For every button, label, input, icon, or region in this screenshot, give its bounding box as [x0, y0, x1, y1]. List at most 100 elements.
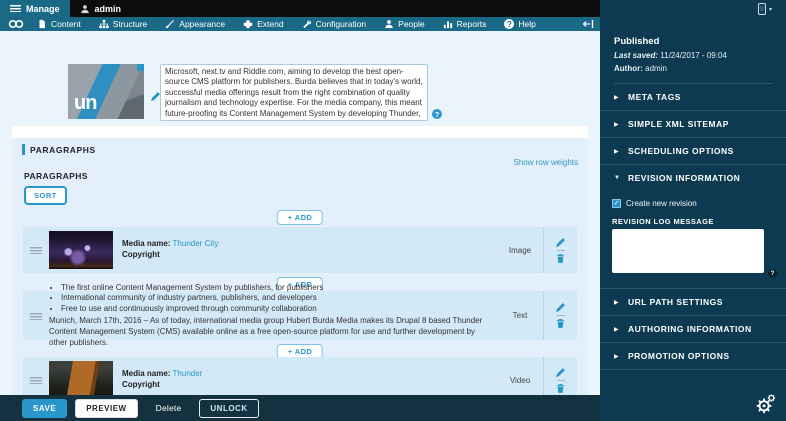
drag-handle-icon[interactable] [23, 241, 49, 259]
create-new-revision-row[interactable]: ✓ Create new revision [612, 199, 774, 208]
chevron-down-icon: ▼ [614, 175, 621, 181]
save-button[interactable]: SAVE [22, 399, 67, 418]
section-label: META TAGS [628, 92, 681, 102]
section-label: SIMPLE XML SITEMAP [628, 119, 729, 129]
device-preview-dropdown[interactable]: ▾ [758, 3, 772, 15]
caret-down-icon: ▾ [769, 6, 772, 13]
unlock-button[interactable]: UNLOCK [199, 399, 258, 418]
section-promotion-options[interactable]: ▶ PROMOTION OPTIONS [600, 343, 786, 370]
admin-toolbar: Manage admin [0, 0, 600, 17]
row-text-content: The first online Content Management Syst… [49, 283, 497, 349]
puzzle-icon [243, 19, 253, 29]
section-label: PROMOTION OPTIONS [628, 351, 730, 361]
mobile-icon [758, 3, 766, 15]
paragraph-type-label: Image [497, 246, 543, 255]
menu-item-label: Extend [257, 19, 283, 29]
trash-icon[interactable] [555, 318, 566, 329]
create-new-revision-label: Create new revision [626, 199, 697, 208]
settings-sidebar: ▾ Published Last saved: 11/24/2017 - 09:… [600, 0, 786, 421]
menu-item-reports[interactable]: Reports [434, 17, 496, 31]
section-authoring-information[interactable]: ▶ AUTHORING INFORMATION [600, 316, 786, 343]
author-label: Author: [614, 64, 643, 73]
revision-log-label: REVISION LOG MESSAGE [612, 217, 774, 226]
menu-item-label: Appearance [179, 19, 225, 29]
row-actions [543, 227, 577, 273]
last-saved-label: Last saved: [614, 51, 658, 60]
trash-icon[interactable] [555, 253, 566, 264]
menu-item-label: People [398, 19, 424, 29]
action-divider [557, 250, 565, 251]
chevron-right-icon: ▶ [614, 299, 621, 306]
chevron-right-icon: ▶ [614, 94, 621, 101]
paragraph-row-text: The first online Content Management Syst… [23, 291, 577, 340]
action-bar: SAVE PREVIEW Delete UNLOCK [0, 395, 600, 421]
chevron-right-icon: ▶ [614, 326, 621, 333]
main-content: un Microsoft, next.tv and Riddle.com, ai… [0, 31, 600, 395]
teaser-help-icon[interactable]: ? [432, 109, 442, 119]
section-revision-information[interactable]: ▼ REVISION INFORMATION [600, 165, 786, 191]
edit-pencil-icon[interactable] [555, 302, 566, 313]
menu-item-people[interactable]: People [375, 17, 433, 31]
section-label: URL PATH SETTINGS [628, 297, 723, 307]
menu-item-structure[interactable]: Structure [90, 17, 157, 31]
menu-item-help[interactable]: ? Help [495, 17, 544, 31]
sitemap-icon [99, 19, 109, 29]
paragraphs-legend: PARAGRAPHS [22, 144, 96, 155]
revision-log-textarea[interactable] [612, 229, 764, 273]
section-label: SCHEDULING OPTIONS [628, 146, 734, 156]
manage-tab-label: Manage [26, 4, 60, 14]
file-icon [37, 19, 47, 29]
paragraph-row-video: Media name: Thunder Copyright Video [23, 357, 577, 395]
settings-accordion: ▶ META TAGS ▶ SIMPLE XML SITEMAP ▶ SCHED… [600, 84, 786, 370]
app-window: Manage admin Content Structure Appearanc… [0, 0, 786, 421]
section-url-path-settings[interactable]: ▶ URL PATH SETTINGS [600, 289, 786, 316]
thunder-logo-icon [8, 19, 24, 29]
manage-tab[interactable]: Manage [0, 0, 70, 17]
edit-pencil-icon[interactable] [555, 237, 566, 248]
copyright-label: Copyright [122, 380, 491, 391]
delete-button[interactable]: Delete [146, 399, 192, 417]
media-name-link[interactable]: Thunder City [173, 239, 219, 248]
media-name-label: Media name: [122, 369, 170, 378]
thunder-city-thumbnail [49, 231, 113, 269]
section-label: REVISION INFORMATION [628, 173, 740, 183]
legend-accent-bar [22, 144, 25, 155]
menu-item-label: Configuration [316, 19, 367, 29]
preview-button[interactable]: PREVIEW [75, 399, 137, 418]
trash-icon[interactable] [555, 383, 566, 394]
row-media-info: Media name: Thunder Copyright [122, 369, 497, 391]
row-actions [543, 291, 577, 340]
paragraph-row-image: Media name: Thunder City Copyright Image [23, 227, 577, 273]
publish-status: Published [614, 36, 772, 47]
action-divider [557, 315, 565, 316]
edit-pencil-icon[interactable] [555, 367, 566, 378]
paragraph-body-text: Munich, March 17th, 2016 – As of today, … [49, 316, 491, 348]
section-meta-tags[interactable]: ▶ META TAGS [600, 84, 786, 111]
drag-handle-icon[interactable] [23, 307, 49, 325]
paintbrush-icon [165, 19, 175, 29]
revision-help-icon[interactable]: ? [768, 269, 777, 278]
thunder-image-logo: un [74, 92, 96, 115]
sort-button[interactable]: SORT [24, 186, 67, 205]
help-icon: ? [504, 19, 514, 29]
media-name-link[interactable]: Thunder [173, 369, 203, 378]
add-paragraph-button[interactable]: + ADD [277, 210, 323, 225]
checkbox-checked-icon[interactable]: ✓ [612, 199, 621, 208]
menu-item-content[interactable]: Content [28, 17, 90, 31]
drag-handle-icon[interactable] [23, 371, 49, 389]
menu-item-extend[interactable]: Extend [234, 17, 292, 31]
teaser-media: un [68, 64, 144, 119]
user-tab[interactable]: admin [70, 0, 132, 17]
bullet-item: Free to use and continuously improved th… [61, 304, 491, 315]
teaser-text-field[interactable]: Microsoft, next.tv and Riddle.com, aimin… [160, 64, 428, 121]
gear-icon[interactable] [754, 393, 776, 415]
toolbar-collapse-icon[interactable] [582, 19, 594, 29]
menu-item-configuration[interactable]: Configuration [293, 17, 376, 31]
action-divider [557, 380, 565, 381]
menu-item-appearance[interactable]: Appearance [156, 17, 234, 31]
section-scheduling-options[interactable]: ▶ SCHEDULING OPTIONS [600, 138, 786, 165]
menu-item-label: Help [518, 19, 535, 29]
show-row-weights-link[interactable]: Show row weights [514, 158, 578, 167]
bullet-item: The first online Content Management Syst… [61, 283, 491, 294]
section-simple-xml-sitemap[interactable]: ▶ SIMPLE XML SITEMAP [600, 111, 786, 138]
